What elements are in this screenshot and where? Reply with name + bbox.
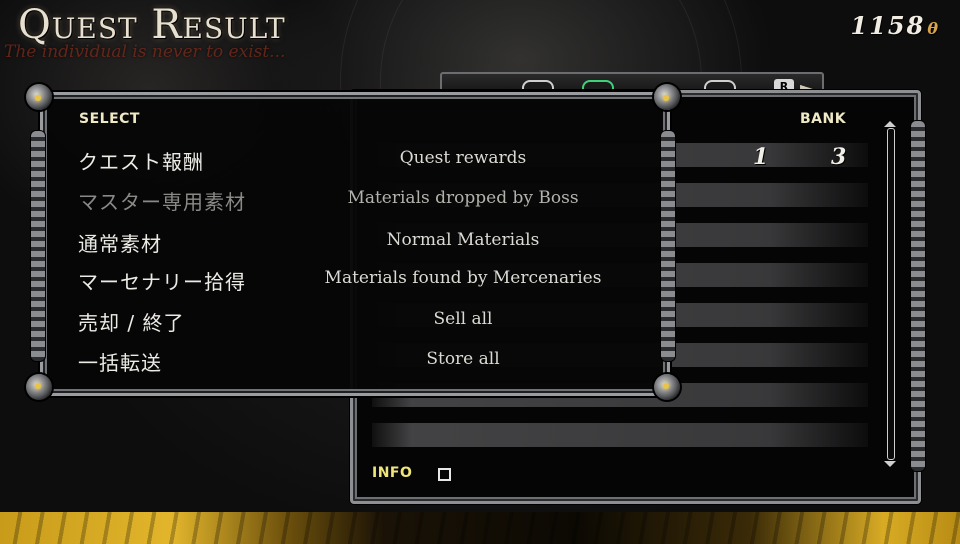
square-button-icon [438, 468, 451, 481]
menu-item-en-label: Materials dropped by Boss [347, 188, 579, 208]
menu-item-en-label: Quest rewards [399, 148, 527, 168]
menu-item-jp-label: マスター専用素材 [78, 190, 246, 214]
menu-item-en-label: Normal Materials [386, 230, 540, 250]
bank-value: 1 [753, 144, 769, 170]
page-subtitle: The individual is never to exist... [4, 42, 286, 62]
menu-item-boss-materials[interactable]: マスター専用素材 Materials dropped by Boss [78, 186, 638, 220]
menu-item-normal-materials[interactable]: 通常素材 Normal Materials [78, 228, 638, 262]
gold-decorative-strip [0, 512, 960, 544]
menu-item-store-all[interactable]: 一括転送 Store all [78, 347, 638, 381]
menu-item-jp-label: 一括転送 [78, 351, 162, 375]
bank-label: BANK [800, 111, 847, 127]
page-title: Quest Result [18, 2, 286, 48]
menu-item-mercenary-materials[interactable]: マーセナリー拾得 Materials found by Mercenaries [78, 266, 638, 300]
frame-side-ornament [910, 120, 926, 472]
bank-row[interactable] [372, 423, 868, 447]
menu-item-jp-label: 通常素材 [78, 232, 162, 256]
menu-item-en-label: Materials found by Mercenaries [324, 268, 602, 288]
money-display: 1158 θ [851, 11, 940, 40]
gold-gem-icon [35, 383, 41, 389]
menu-item-jp-label: クエスト報酬 [78, 150, 204, 174]
menu-item-en-label: Sell all [433, 309, 493, 329]
menu-item-jp-label: 売却 / 終了 [78, 311, 185, 335]
info-label: INFO [372, 465, 413, 481]
menu-item-sell-all[interactable]: 売却 / 終了 Sell all [78, 307, 638, 341]
frame-side-ornament [30, 130, 46, 362]
money-unit: θ [927, 19, 940, 38]
menu-item-quest-rewards[interactable]: クエスト報酬 Quest rewards [78, 146, 638, 180]
menu-item-jp-label: マーセナリー拾得 [78, 270, 246, 294]
bank-value: 3 [831, 144, 847, 170]
menu-item-en-label: Store all [426, 349, 500, 369]
money-amount: 1158 [850, 11, 926, 40]
gold-gem-icon [35, 95, 41, 101]
select-label: SELECT [79, 111, 140, 127]
scrollbar[interactable] [884, 121, 896, 467]
gold-gem-icon [663, 383, 669, 389]
gold-gem-icon [663, 95, 669, 101]
